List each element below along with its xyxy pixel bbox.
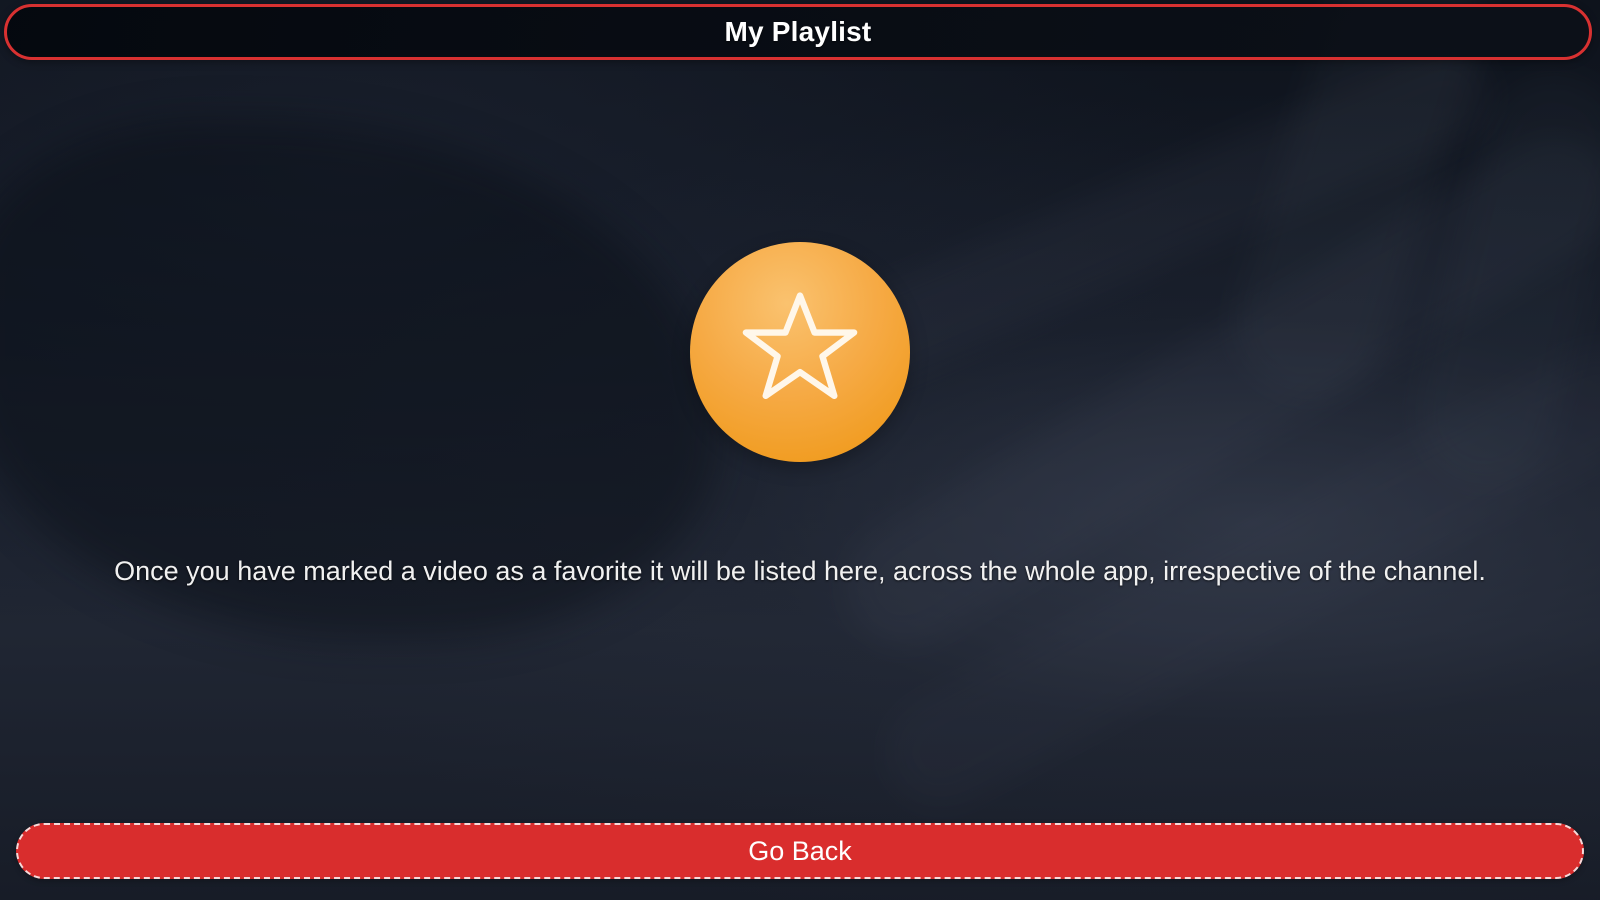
go-back-button[interactable]: Go Back <box>16 823 1584 879</box>
fabric-fold <box>1401 59 1600 501</box>
favorite-badge <box>690 242 910 462</box>
page-title: My Playlist <box>724 16 872 47</box>
header-bar: My Playlist <box>4 4 1592 60</box>
empty-playlist-message: Once you have marked a video as a favori… <box>114 556 1486 586</box>
star-icon <box>742 291 858 399</box>
fabric-fold <box>1214 0 1506 417</box>
my-playlist-screen: My Playlist Once you have marked a video… <box>0 0 1600 900</box>
